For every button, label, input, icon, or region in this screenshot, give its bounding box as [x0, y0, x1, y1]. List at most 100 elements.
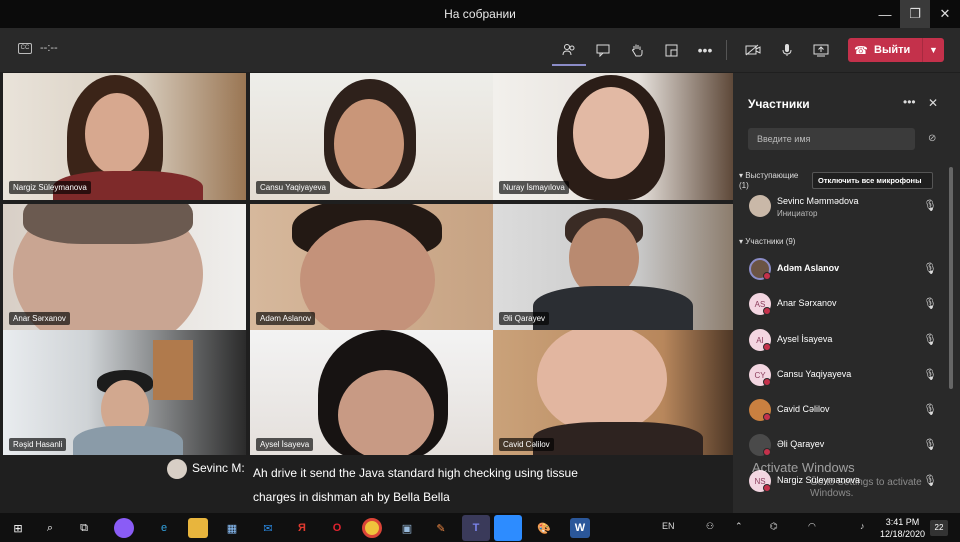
participant-name: Aysel İsayeva [256, 438, 314, 451]
chevron-down-icon[interactable]: ▼ [922, 38, 944, 62]
more-options-icon[interactable]: ••• [903, 95, 916, 109]
minimize-button[interactable]: — [870, 0, 900, 28]
teams-icon[interactable]: T [462, 515, 490, 541]
presenter-row[interactable]: Sevinc Məmmədova Инициатор 🎙 [749, 190, 939, 220]
participant-row[interactable]: Əli Qarayev 🎙 [749, 429, 939, 459]
mail-icon[interactable]: ✉ [258, 518, 278, 538]
video-tile[interactable]: Anar Sərxanov [3, 204, 246, 331]
microphone-icon[interactable]: 🎙 [923, 368, 937, 381]
close-icon[interactable]: ✕ [928, 96, 938, 110]
word-icon[interactable]: W [570, 518, 590, 538]
video-tile[interactable]: Cavid Cəlilov [493, 330, 736, 457]
assistant-icon[interactable] [114, 518, 134, 538]
network-icon[interactable]: ⌬ [770, 521, 778, 532]
task-view-icon[interactable]: ⧉ [74, 518, 94, 538]
participant-name: Rəşid Hasanli [9, 438, 67, 451]
chevron-up-icon[interactable]: ⌃ [735, 521, 743, 532]
people-icon[interactable]: ⚇ [706, 521, 714, 532]
presenter-name: Sevinc Məmmədova [777, 196, 859, 206]
avatar [167, 459, 187, 479]
participant-row[interactable]: Cavid Cəlilov 🎙 [749, 394, 939, 424]
participants-icon[interactable] [552, 34, 586, 66]
microphone-icon[interactable]: 🎙 [923, 262, 937, 275]
time: 3:41 PM [885, 517, 920, 527]
attendees-section-header[interactable]: ▾ Участники (9) [739, 237, 795, 246]
maximize-button[interactable]: ❐ [900, 0, 930, 28]
microphone-icon[interactable]: 🎙 [923, 297, 937, 310]
avatar [749, 195, 771, 217]
start-icon[interactable]: ⊞ [8, 518, 28, 538]
panel-scrollbar[interactable] [949, 167, 953, 389]
presenters-section-header[interactable]: ▾ Выступающие (1) [739, 171, 809, 191]
microphone-icon[interactable] [770, 34, 804, 66]
language-indicator[interactable]: EN [662, 521, 675, 531]
toolbar-divider [726, 40, 727, 60]
caption-indicator: CC --:-- [18, 42, 58, 54]
participant-row[interactable]: CY Cansu Yaqiyayeva 🎙 [749, 359, 939, 389]
muted-status-icon [763, 484, 771, 492]
date: 12/18/2020 [880, 529, 926, 539]
video-tile[interactable]: Nuray İsmayılova [493, 73, 736, 200]
panel-title: Участники [748, 97, 810, 111]
volume-icon[interactable]: ♪ [860, 521, 865, 531]
paint-icon[interactable]: 🎨 [534, 518, 554, 538]
chat-icon[interactable] [586, 34, 620, 66]
video-tile[interactable]: Rəşid Hasanli [3, 330, 246, 457]
store-icon[interactable]: ▦ [222, 518, 242, 538]
close-button[interactable]: ✕ [930, 0, 960, 28]
mute-all-button[interactable]: Отключить все микрофоны [812, 172, 933, 189]
participant-name: Aysel İsayeva [777, 334, 833, 344]
muted-status-icon [763, 307, 771, 315]
chrome-icon[interactable] [362, 518, 382, 538]
video-tile[interactable]: Aysel İsayeva [250, 330, 493, 457]
app-icon[interactable]: ✎ [431, 518, 451, 538]
participant-name: Cavid Cəlilov [499, 438, 554, 451]
video-tile[interactable]: Nargiz Süleymanova [3, 73, 246, 200]
caption-speaker: Sevinc M: [192, 461, 245, 475]
leave-button[interactable]: ☎ Выйти ▼ [848, 38, 944, 62]
edge-icon[interactable]: e [154, 518, 174, 538]
activation-watermark-sub: Go to Settings to activate Windows. [810, 477, 922, 499]
opera-icon[interactable]: O [327, 518, 347, 538]
participant-row[interactable]: AS Anar Sərxanov 🎙 [749, 288, 939, 318]
participant-name: Adəm Aslanov [777, 263, 840, 273]
microphone-icon[interactable]: 🎙 [923, 403, 937, 416]
raise-hand-icon[interactable] [620, 34, 654, 66]
participant-name: Cansu Yaqiyayeva [256, 181, 330, 194]
wifi-icon[interactable]: ◠ [808, 521, 816, 532]
title-bar: На собрании — ❐ ✕ [0, 0, 960, 28]
video-tile[interactable]: Cansu Yaqiyayeva [250, 73, 493, 200]
participant-name: Cansu Yaqiyayeva [777, 369, 852, 379]
participants-panel: Участники ••• ✕ Введите имя ⊘ ▾ Выступаю… [733, 73, 960, 513]
clock[interactable]: 3:41 PM 12/18/2020 [880, 516, 925, 540]
participant-search-input[interactable]: Введите имя [748, 128, 915, 150]
participant-row[interactable]: Adəm Aslanov 🎙 [749, 253, 939, 283]
participant-row[interactable]: AI Aysel İsayeva 🎙 [749, 324, 939, 354]
notification-center-icon[interactable]: 22 [930, 520, 948, 536]
attendees-label: Участники (9) [745, 237, 796, 246]
zoom-icon[interactable] [494, 515, 522, 541]
participant-name: Anar Sərxanov [9, 312, 70, 325]
file-explorer-icon[interactable] [188, 518, 208, 538]
microphone-icon[interactable]: 🎙 [923, 438, 937, 451]
video-tile[interactable]: Adəm Aslanov [250, 204, 493, 331]
presenter-role: Инициатор [777, 209, 818, 218]
app-icon[interactable]: ▣ [397, 518, 417, 538]
caption-line: Ah drive it send the Java standard high … [253, 466, 578, 480]
microphone-icon[interactable]: 🎙 [923, 333, 937, 346]
camera-off-icon[interactable] [736, 34, 770, 66]
search-icon[interactable]: ⌕ [40, 518, 60, 538]
breakout-rooms-icon[interactable] [654, 34, 688, 66]
share-screen-icon[interactable] [804, 34, 838, 66]
participant-name: Əli Qarayev [777, 439, 825, 449]
microphone-icon[interactable]: 🎙 [923, 199, 937, 212]
participant-name: Adəm Aslanov [256, 312, 316, 325]
yandex-icon[interactable]: Я [292, 518, 312, 538]
caption-line: charges in dishman ah by Bella Bella [253, 490, 450, 504]
participant-name: Anar Sərxanov [777, 298, 837, 308]
video-tile[interactable]: Əli Qarayev [493, 204, 736, 331]
link-icon[interactable]: ⊘ [928, 133, 936, 144]
muted-status-icon [763, 378, 771, 386]
live-caption: Sevinc M: Ah drive it send the Java stan… [0, 455, 733, 513]
more-actions-icon[interactable]: ••• [688, 34, 722, 66]
